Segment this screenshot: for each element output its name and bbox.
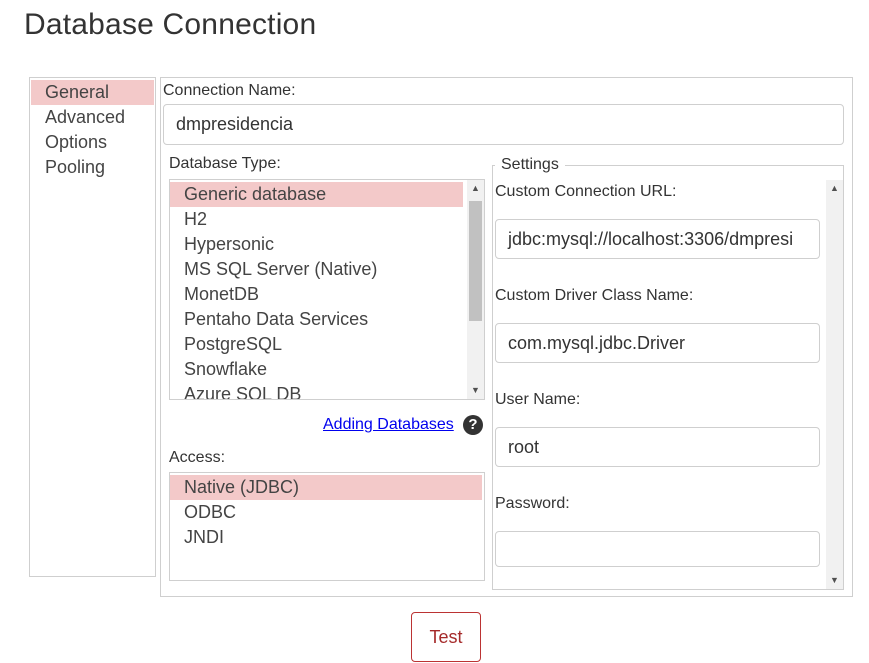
database-type-option[interactable]: Hypersonic [170, 232, 463, 257]
settings-legend: Settings [495, 156, 565, 174]
nav-item-general[interactable]: General [31, 80, 154, 105]
nav-item-advanced[interactable]: Advanced [31, 105, 154, 130]
scroll-up-arrow-icon[interactable]: ▲ [467, 180, 484, 197]
user-name-input[interactable]: root [495, 427, 820, 467]
nav-item-pooling[interactable]: Pooling [31, 155, 154, 180]
access-option[interactable]: ODBC [170, 500, 482, 525]
access-option[interactable]: JNDI [170, 525, 482, 550]
nav-item-options[interactable]: Options [31, 130, 154, 155]
access-option[interactable]: Native (JDBC) [170, 475, 482, 500]
password-label: Password: [495, 495, 570, 512]
database-type-option[interactable]: Snowflake [170, 357, 463, 382]
database-type-option[interactable]: PostgreSQL [170, 332, 463, 357]
database-type-label: Database Type: [169, 155, 281, 172]
access-label: Access: [169, 449, 226, 466]
database-type-option[interactable]: Pentaho Data Services [170, 307, 463, 332]
password-input[interactable] [495, 531, 820, 567]
driver-class-label: Custom Driver Class Name: [495, 287, 694, 304]
database-type-option[interactable]: MonetDB [170, 282, 463, 307]
page-title: Database Connection [24, 8, 317, 41]
sidebar-nav: General Advanced Options Pooling [29, 77, 156, 577]
database-type-option[interactable]: Generic database [170, 182, 463, 207]
scroll-up-arrow-icon[interactable]: ▲ [826, 180, 843, 197]
adding-databases-link[interactable]: Adding Databases [323, 416, 454, 434]
database-type-option[interactable]: H2 [170, 207, 463, 232]
scroll-down-arrow-icon[interactable]: ▼ [467, 382, 484, 399]
general-panel: Connection Name: dmpresidencia Database … [160, 77, 853, 597]
custom-url-input[interactable]: jdbc:mysql://localhost:3306/dmpresi [495, 219, 820, 259]
connection-name-label: Connection Name: [163, 82, 296, 99]
database-type-scrollbar[interactable]: ▲ ▼ [467, 180, 484, 399]
scroll-down-arrow-icon[interactable]: ▼ [826, 572, 843, 589]
database-type-listbox[interactable]: Generic database H2 Hypersonic MS SQL Se… [169, 179, 485, 400]
settings-scrollbar[interactable]: ▲ ▼ [826, 180, 843, 589]
custom-url-label: Custom Connection URL: [495, 183, 677, 200]
test-button[interactable]: Test [411, 612, 481, 662]
database-type-option[interactable]: MS SQL Server (Native) [170, 257, 463, 282]
access-listbox[interactable]: Native (JDBC) ODBC JNDI [169, 472, 485, 581]
driver-class-input[interactable]: com.mysql.jdbc.Driver [495, 323, 820, 363]
database-type-option[interactable]: Azure SQL DB [170, 382, 463, 399]
connection-name-input[interactable]: dmpresidencia [163, 104, 844, 145]
help-icon[interactable]: ? [463, 415, 483, 435]
user-name-label: User Name: [495, 391, 581, 408]
scroll-thumb[interactable] [469, 201, 482, 321]
